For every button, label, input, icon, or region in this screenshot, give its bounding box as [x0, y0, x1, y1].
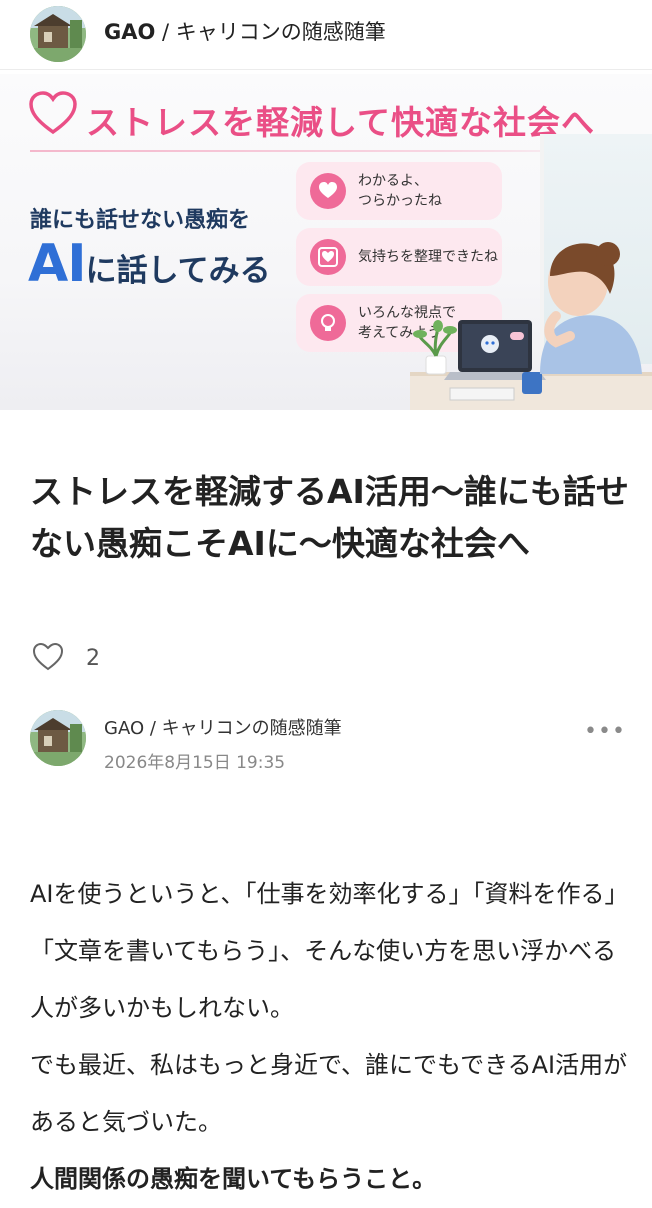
header-magazine: キャリコンの随感随筆 — [175, 20, 386, 44]
chat-bubble: わかるよ、 つらかったね — [296, 162, 502, 220]
publish-date: 2026年8月15日 19:35 — [104, 753, 286, 773]
header-separator: / — [155, 20, 176, 44]
heart-outline-icon — [29, 91, 77, 135]
heart-icon — [310, 173, 346, 209]
avatar[interactable] — [30, 6, 86, 62]
author-name[interactable]: GAO / キャリコンの随感随筆 — [104, 714, 342, 740]
like-button[interactable] — [32, 642, 64, 674]
header-author: GAO — [104, 20, 156, 44]
paragraph-bold: 人間関係の愚痴を聞いてもらうこと。 — [30, 1165, 437, 1193]
woman-with-laptop-illustration — [410, 242, 652, 410]
magazine-title[interactable]: GAO / キャリコンの随感随筆 — [104, 16, 386, 46]
article-title: ストレスを軽減するAI活用〜誰にも話せない愚痴こそAIに〜快適な社会へ — [30, 472, 629, 563]
lightbulb-icon — [310, 305, 346, 341]
like-count: 2 — [86, 646, 100, 671]
paragraph: AIを使うというと、「仕事を効率化する」「資料を作る」「文章を書いてもらう」、そ… — [30, 880, 629, 1022]
bubble-text: わかるよ、 つらかったね — [358, 173, 442, 209]
top-header: GAO / キャリコンの随感随筆 — [0, 0, 652, 70]
author-avatar[interactable] — [30, 710, 86, 766]
paragraph: でも最近、私はもっと身近で、誰にでもできるAI活用があると気づいた。 — [30, 1051, 628, 1136]
banner-ai-line: AIに話してみる — [28, 234, 271, 294]
banner-ai-big: AI — [28, 234, 87, 294]
banner-lead: 誰にも話せない愚痴を — [30, 208, 251, 233]
heart-frame-icon — [310, 239, 346, 275]
banner-title: ストレスを軽減して快適な社会へ — [86, 103, 596, 142]
heart-outline-icon — [32, 642, 64, 671]
eyecatch-image: ストレスを軽減して快適な社会へ 誰にも話せない愚痴を AIに話してみる わかるよ… — [0, 74, 652, 410]
article-body: AIを使うというと、「仕事を効率化する」「資料を作る」「文章を書いてもらう」、そ… — [30, 866, 630, 1208]
more-options-icon[interactable]: ••• — [584, 721, 625, 743]
banner-ai-rest: に話してみる — [85, 253, 271, 289]
